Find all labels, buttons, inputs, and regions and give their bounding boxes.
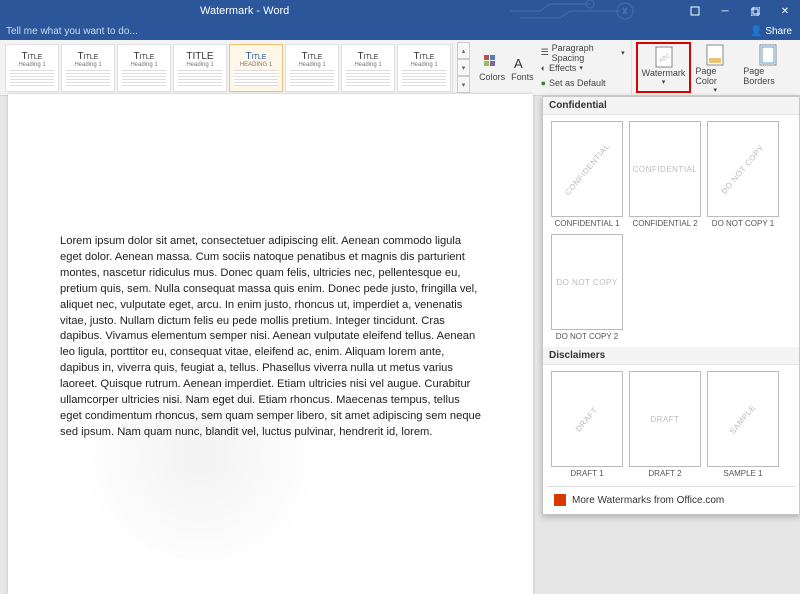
- window-settings-icon[interactable]: [680, 0, 710, 22]
- check-icon: ●: [541, 78, 546, 88]
- style-tile-3[interactable]: TITLEHeading 1: [173, 44, 227, 92]
- confidential-thumbs: CONFIDENTIALCONFIDENTIAL 1CONFIDENTIALCO…: [543, 115, 799, 347]
- style-tile-1[interactable]: TitleHeading 1: [61, 44, 115, 92]
- watermark-thumb[interactable]: DRAFTDRAFT 2: [629, 371, 701, 478]
- ribbon: TitleHeading 1TitleHeading 1TitleHeading…: [0, 40, 800, 96]
- window-title: Watermark - Word: [200, 5, 289, 17]
- share-button[interactable]: 👤 Share: [750, 26, 792, 37]
- disclaimer-thumbs: DRAFTDRAFT 1DRAFTDRAFT 2SAMPLESAMPLE 1: [543, 365, 799, 484]
- colors-button[interactable]: Colors: [476, 42, 508, 93]
- maximize-button[interactable]: [740, 0, 770, 22]
- effects-button[interactable]: ◐Effects ▾: [541, 61, 625, 75]
- document-body-text[interactable]: Lorem ipsum dolor sit amet, consectetuer…: [60, 234, 481, 441]
- svg-text:A: A: [514, 56, 523, 71]
- watermark-thumb[interactable]: DO NOT COPYDO NOT COPY 1: [707, 121, 779, 228]
- scroll-down-icon[interactable]: ▾: [457, 59, 470, 76]
- more-watermarks-office[interactable]: More Watermarks from Office.com: [543, 489, 799, 511]
- office-icon: [553, 493, 567, 507]
- close-button[interactable]: ✕: [770, 0, 800, 22]
- watermark-gallery-panel: Confidential CONFIDENTIALCONFIDENTIAL 1C…: [542, 96, 800, 515]
- watermark-thumb[interactable]: CONFIDENTIALCONFIDENTIAL 1: [551, 121, 623, 228]
- style-tile-6[interactable]: TitleHeading 1: [341, 44, 395, 92]
- watermark-thumb[interactable]: DO NOT COPYDO NOT COPY 2: [551, 234, 623, 341]
- paragraph-spacing-icon: ☰: [541, 47, 549, 58]
- set-default-button[interactable]: ●Set as Default: [541, 76, 625, 90]
- style-tile-0[interactable]: TitleHeading 1: [5, 44, 59, 92]
- scroll-up-icon[interactable]: ▴: [457, 42, 470, 59]
- watermark-thumb[interactable]: SAMPLESAMPLE 1: [707, 371, 779, 478]
- tell-me-input[interactable]: Tell me what you want to do...: [6, 26, 138, 37]
- document-page[interactable]: Lorem ipsum dolor sit amet, consectetuer…: [8, 94, 533, 594]
- tell-me-bar: Tell me what you want to do... 👤 Share: [0, 22, 800, 40]
- style-tile-4[interactable]: TitleHEADING 1: [229, 44, 283, 92]
- panel-section-confidential: Confidential: [543, 97, 799, 115]
- title-bar: Watermark - Word ─ ✕: [0, 0, 800, 22]
- page-borders-icon: [757, 44, 779, 66]
- page-color-button[interactable]: Page Color▾: [691, 42, 739, 93]
- window-controls: ─ ✕: [680, 0, 800, 22]
- fonts-icon: A: [513, 54, 531, 72]
- watermark-thumb[interactable]: CONFIDENTIALCONFIDENTIAL 2: [629, 121, 701, 228]
- custom-watermark[interactable]: Custom Watermark...: [543, 511, 799, 515]
- effects-icon: ◐: [541, 63, 546, 73]
- fonts-button[interactable]: A Fonts: [508, 42, 537, 93]
- style-gallery[interactable]: TitleHeading 1TitleHeading 1TitleHeading…: [4, 42, 453, 94]
- watermark-thumb[interactable]: DRAFTDRAFT 1: [551, 371, 623, 478]
- document-area: Lorem ipsum dolor sit amet, consectetuer…: [0, 96, 800, 515]
- page-borders-button[interactable]: Page Borders: [739, 42, 796, 93]
- minimize-button[interactable]: ─: [710, 0, 740, 22]
- watermark-icon: ABC: [653, 46, 675, 68]
- style-tile-2[interactable]: TitleHeading 1: [117, 44, 171, 92]
- style-tile-7[interactable]: TitleHeading 1: [397, 44, 451, 92]
- colors-icon: [483, 54, 501, 72]
- watermark-button[interactable]: ABC Watermark▾: [636, 42, 692, 93]
- style-gallery-scroll[interactable]: ▴ ▾ ▾: [457, 42, 470, 93]
- paragraph-spacing-button[interactable]: ☰Paragraph Spacing ▾: [541, 46, 625, 60]
- panel-section-disclaimers: Disclaimers: [543, 347, 799, 365]
- decorative-circuit: [500, 0, 680, 22]
- style-tile-5[interactable]: TitleHeading 1: [285, 44, 339, 92]
- scroll-more-icon[interactable]: ▾: [457, 76, 470, 93]
- page-color-icon: [704, 44, 726, 66]
